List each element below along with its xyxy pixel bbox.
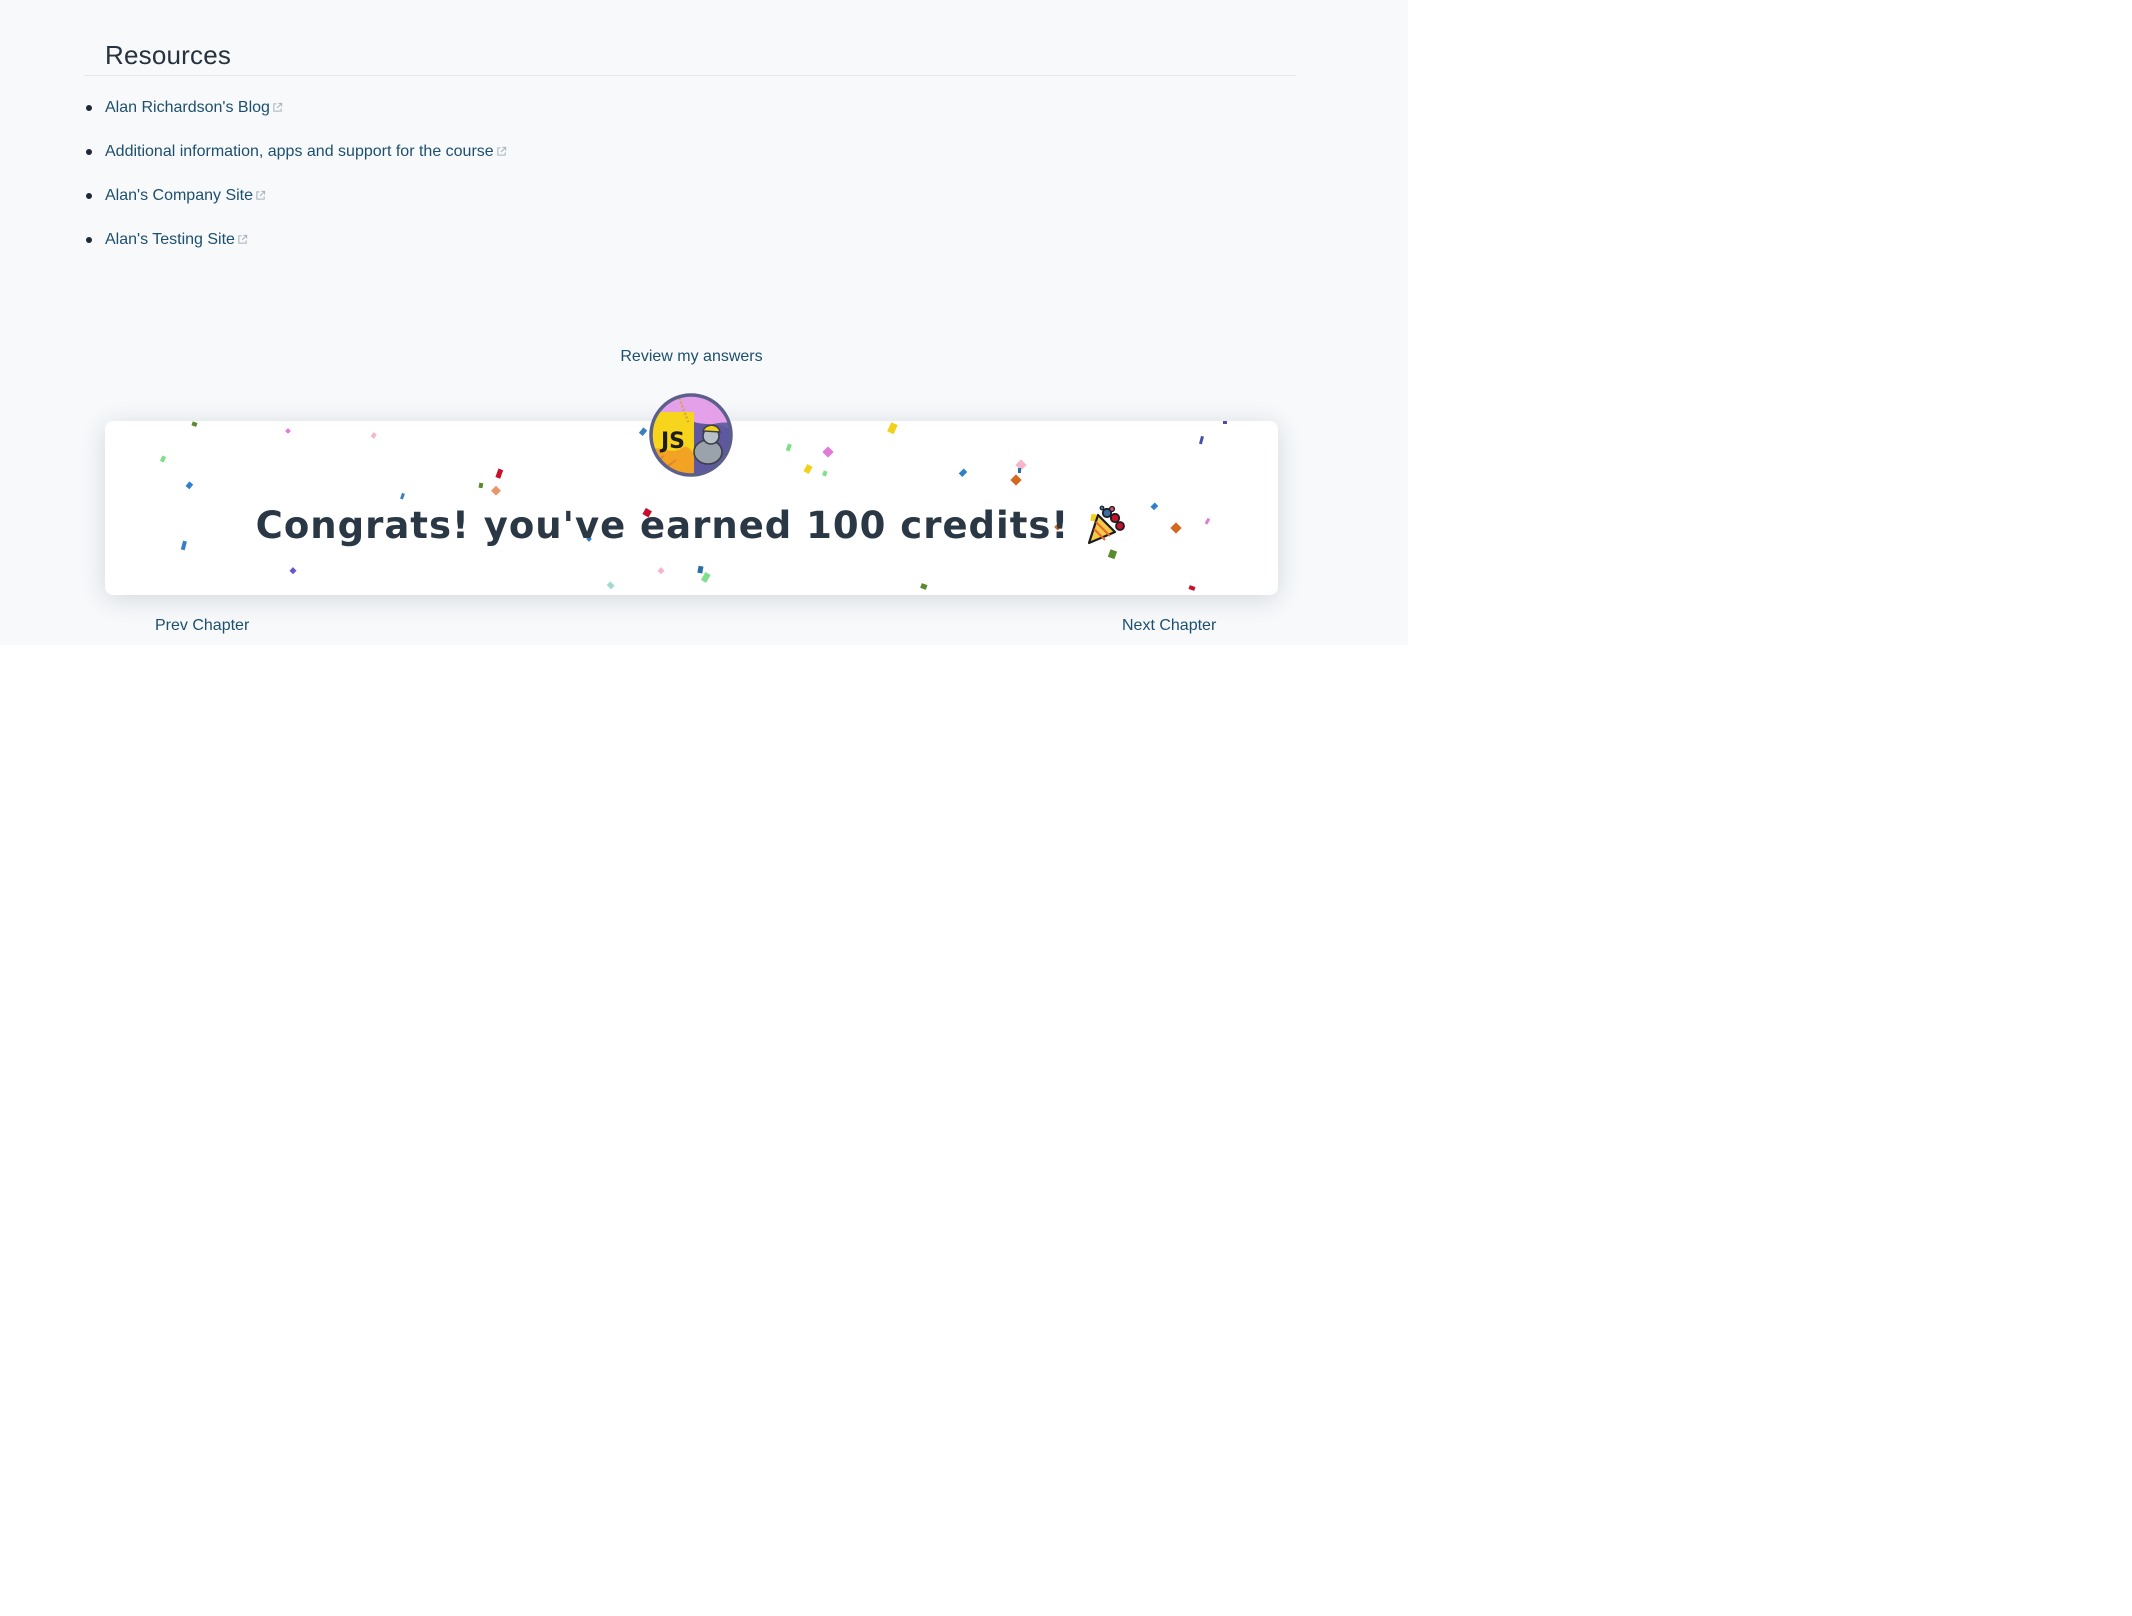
- prev-chapter-link[interactable]: Prev Chapter: [155, 617, 249, 635]
- link-label: Additional information, apps and support…: [105, 143, 494, 160]
- congrats-text: Congrats! you've earned 100 credits!: [255, 503, 1070, 547]
- external-link-icon: [238, 234, 248, 244]
- external-link-icon: [273, 102, 283, 112]
- next-chapter-link[interactable]: Next Chapter: [1122, 617, 1216, 635]
- bullet: [86, 237, 92, 243]
- link-label: Alan Richardson's Blog: [105, 99, 270, 116]
- badge-label: JS: [659, 429, 685, 454]
- list-item: Additional information, apps and support…: [84, 130, 507, 174]
- link-label: Alan's Testing Site: [105, 231, 235, 248]
- external-link-icon: [497, 146, 506, 156]
- bullet: [86, 149, 92, 155]
- resource-list: Alan Richardson's Blog Additional inform…: [84, 86, 507, 262]
- javascript-badge-icon: JS: [649, 393, 733, 477]
- congrats-message: Congrats! you've earned 100 credits!: [105, 503, 1278, 547]
- list-item: Alan Richardson's Blog: [84, 86, 507, 130]
- review-answers-link[interactable]: Review my answers: [0, 348, 1383, 366]
- link-label: Alan's Company Site: [105, 187, 254, 204]
- party-popper-icon: [1088, 505, 1126, 545]
- chapter-footer-panel: Resources Alan Richardson's Blog Additio…: [0, 0, 1408, 645]
- heading-divider: [84, 75, 1296, 76]
- external-link-icon: [256, 190, 266, 200]
- company-site-link[interactable]: Alan's Company Site: [105, 187, 266, 205]
- resources-heading: Resources: [105, 40, 232, 70]
- list-item: Alan's Testing Site: [84, 218, 507, 262]
- bullet: [86, 193, 92, 199]
- list-item: Alan's Company Site: [84, 174, 507, 218]
- blog-link[interactable]: Alan Richardson's Blog: [105, 99, 283, 117]
- bullet: [86, 105, 92, 111]
- testing-site-link[interactable]: Alan's Testing Site: [105, 231, 248, 249]
- course-support-link[interactable]: Additional information, apps and support…: [105, 143, 507, 161]
